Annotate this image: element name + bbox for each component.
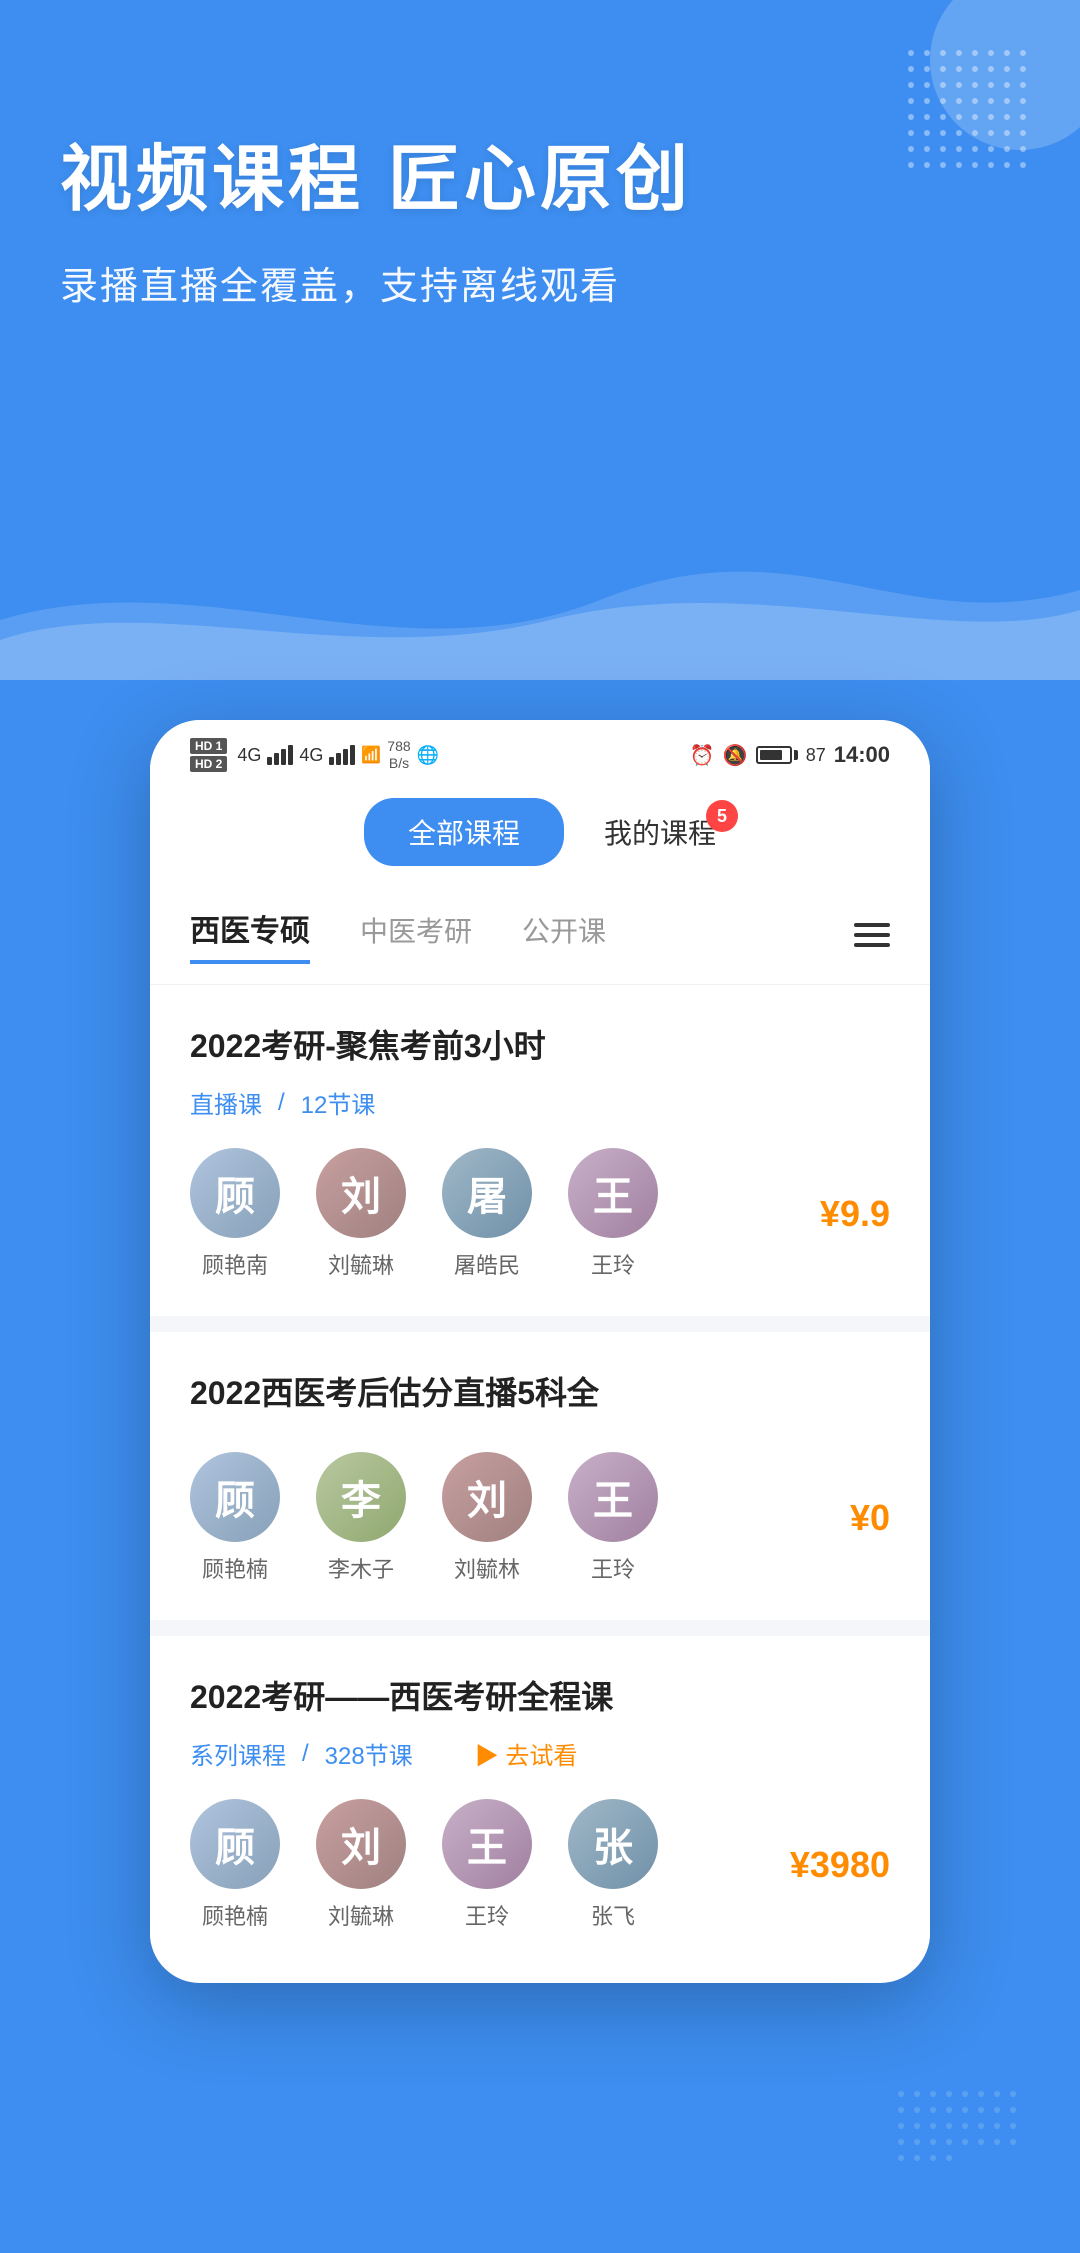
category-item-1[interactable]: 中医考研 (360, 910, 472, 960)
teacher-item: 刘 刘毓琳 (316, 1799, 406, 1931)
network-icon: 🌐 (417, 745, 439, 766)
hd2-badge: HD 2 (190, 756, 227, 772)
teacher-avatar-1-3: 王 (568, 1452, 658, 1542)
alarm-icon: ⏰ (690, 743, 715, 768)
status-left: HD 1 HD 2 4G 4G (190, 738, 439, 772)
wave-divider (0, 540, 1080, 680)
course-meta-2: 系列课程 / 328节课 ▶ 去试看 (190, 1736, 890, 1771)
hero-section: 视频课程 匠心原创 录播直播全覆盖，支持离线观看 (0, 0, 1080, 620)
category-nav: 西医专硕 中医考研 公开课 (150, 886, 930, 985)
network-4g1: 4G (237, 745, 261, 766)
teacher-name-0-3: 王玲 (591, 1248, 635, 1280)
phone-mockup-wrapper: HD 1 HD 2 4G 4G (0, 720, 1080, 2063)
course-card-2[interactable]: 2022考研——西医考研全程课 系列课程 / 328节课 ▶ 去试看 顾 顾艳楠 (150, 1636, 930, 1967)
teacher-name-0-1: 刘毓琳 (328, 1248, 394, 1280)
status-bar: HD 1 HD 2 4G 4G (150, 720, 930, 782)
teacher-avatar-0-0: 顾 (190, 1148, 280, 1238)
signal-bar1 (267, 745, 293, 765)
teacher-name-0-2: 屠皓民 (454, 1248, 520, 1280)
teacher-avatar-0-2: 屠 (442, 1148, 532, 1238)
teacher-item: 王 王玲 (442, 1799, 532, 1931)
teacher-item: 王 王玲 (568, 1452, 658, 1584)
hd1-badge: HD 1 (190, 738, 227, 754)
teachers-2: 顾 顾艳楠 刘 刘毓琳 王 王玲 (190, 1799, 658, 1931)
all-courses-tab[interactable]: 全部课程 (364, 798, 564, 866)
wifi-icon: 📶 (361, 745, 381, 765)
teacher-item: 王 王玲 (568, 1148, 658, 1280)
course-type-0: 直播课 (190, 1085, 262, 1120)
course-price-2: ¥3980 (790, 1844, 890, 1886)
course-price-1: ¥0 (850, 1497, 890, 1539)
teacher-name-1-3: 王玲 (591, 1552, 635, 1584)
course-card-0[interactable]: 2022考研-聚焦考前3小时 直播课 / 12节课 顾 顾艳南 (150, 985, 930, 1316)
teacher-name-0-0: 顾艳南 (202, 1248, 268, 1280)
course-meta-1-spacer (190, 1432, 890, 1452)
time-display: 14:00 (834, 742, 890, 768)
network-4g2: 4G (299, 745, 323, 766)
course-card-1[interactable]: 2022西医考后估分直播5科全 顾 顾艳楠 李 李木子 (150, 1332, 930, 1620)
network-speed: 788 B/s (387, 738, 410, 772)
teacher-name-2-1: 刘毓琳 (328, 1899, 394, 1931)
course-price-0: ¥9.9 (820, 1193, 890, 1235)
category-item-0[interactable]: 西医专硕 (190, 906, 310, 964)
bottom-background (0, 2053, 1080, 2253)
teachers-1: 顾 顾艳楠 李 李木子 刘 刘毓林 (190, 1452, 658, 1584)
hd-indicators: HD 1 HD 2 (190, 738, 227, 772)
course-type-2: 系列课程 (190, 1736, 286, 1771)
menu-line-1 (854, 923, 890, 927)
teacher-item: 顾 顾艳南 (190, 1148, 280, 1280)
hero-subtitle: 录播直播全覆盖，支持离线观看 (60, 255, 1020, 310)
course-title-0: 2022考研-聚焦考前3小时 (190, 1021, 890, 1067)
tab-bar: 全部课程 我的课程 5 (150, 782, 930, 886)
try-watch-btn[interactable]: ▶ 去试看 (475, 1736, 578, 1771)
teacher-name-2-3: 张飞 (591, 1899, 635, 1931)
teacher-row-2: 顾 顾艳楠 刘 刘毓琳 王 王玲 (190, 1799, 890, 1931)
signal-bar2 (329, 745, 355, 765)
my-courses-tab[interactable]: 我的课程 5 (604, 812, 716, 852)
course-title-1: 2022西医考后估分直播5科全 (190, 1368, 890, 1414)
teacher-item: 顾 顾艳楠 (190, 1799, 280, 1931)
teacher-name-2-0: 顾艳楠 (202, 1899, 268, 1931)
course-lessons-2: 328节课 (325, 1736, 413, 1771)
menu-line-3 (854, 943, 890, 947)
teacher-name-2-2: 王玲 (465, 1899, 509, 1931)
teacher-item: 刘 刘毓琳 (316, 1148, 406, 1280)
category-item-2[interactable]: 公开课 (522, 910, 606, 960)
dot-decoration-bottom (898, 2091, 1020, 2213)
teacher-avatar-1-1: 李 (316, 1452, 406, 1542)
teacher-avatar-2-1: 刘 (316, 1799, 406, 1889)
course-lessons-0: 12节课 (301, 1085, 376, 1120)
teacher-name-1-2: 刘毓林 (454, 1552, 520, 1584)
teacher-row-0: 顾 顾艳南 刘 刘毓琳 屠 屠皓民 (190, 1148, 890, 1280)
teacher-avatar-0-1: 刘 (316, 1148, 406, 1238)
teacher-avatar-2-3: 张 (568, 1799, 658, 1889)
page-wrapper: 视频课程 匠心原创 录播直播全覆盖，支持离线观看 HD 1 HD 2 4G (0, 0, 1080, 2253)
teacher-avatar-2-0: 顾 (190, 1799, 280, 1889)
teacher-name-1-0: 顾艳楠 (202, 1552, 268, 1584)
menu-line-2 (854, 933, 890, 937)
teachers-0: 顾 顾艳南 刘 刘毓琳 屠 屠皓民 (190, 1148, 658, 1280)
teacher-item: 李 李木子 (316, 1452, 406, 1584)
phone-mockup: HD 1 HD 2 4G 4G (150, 720, 930, 1983)
teacher-item: 张 张飞 (568, 1799, 658, 1931)
teacher-avatar-1-0: 顾 (190, 1452, 280, 1542)
teacher-row-1: 顾 顾艳楠 李 李木子 刘 刘毓林 (190, 1452, 890, 1584)
status-right: ⏰ 🔕 87 14:00 (690, 742, 890, 768)
teacher-item: 刘 刘毓林 (442, 1452, 532, 1584)
my-courses-badge: 5 (706, 800, 738, 832)
teacher-avatar-1-2: 刘 (442, 1452, 532, 1542)
mute-icon: 🔕 (723, 743, 748, 768)
teacher-name-1-1: 李木子 (328, 1552, 394, 1584)
menu-icon[interactable] (854, 923, 890, 947)
course-title-2: 2022考研——西医考研全程课 (190, 1672, 890, 1718)
teacher-item: 屠 屠皓民 (442, 1148, 532, 1280)
hero-title: 视频课程 匠心原创 (60, 120, 1020, 225)
teacher-avatar-0-3: 王 (568, 1148, 658, 1238)
course-meta-0: 直播课 / 12节课 (190, 1085, 890, 1120)
course-list: 2022考研-聚焦考前3小时 直播课 / 12节课 顾 顾艳南 (150, 985, 930, 1967)
battery-indicator (756, 746, 798, 764)
teacher-item: 顾 顾艳楠 (190, 1452, 280, 1584)
battery-percent: 87 (806, 745, 826, 766)
teacher-avatar-2-2: 王 (442, 1799, 532, 1889)
